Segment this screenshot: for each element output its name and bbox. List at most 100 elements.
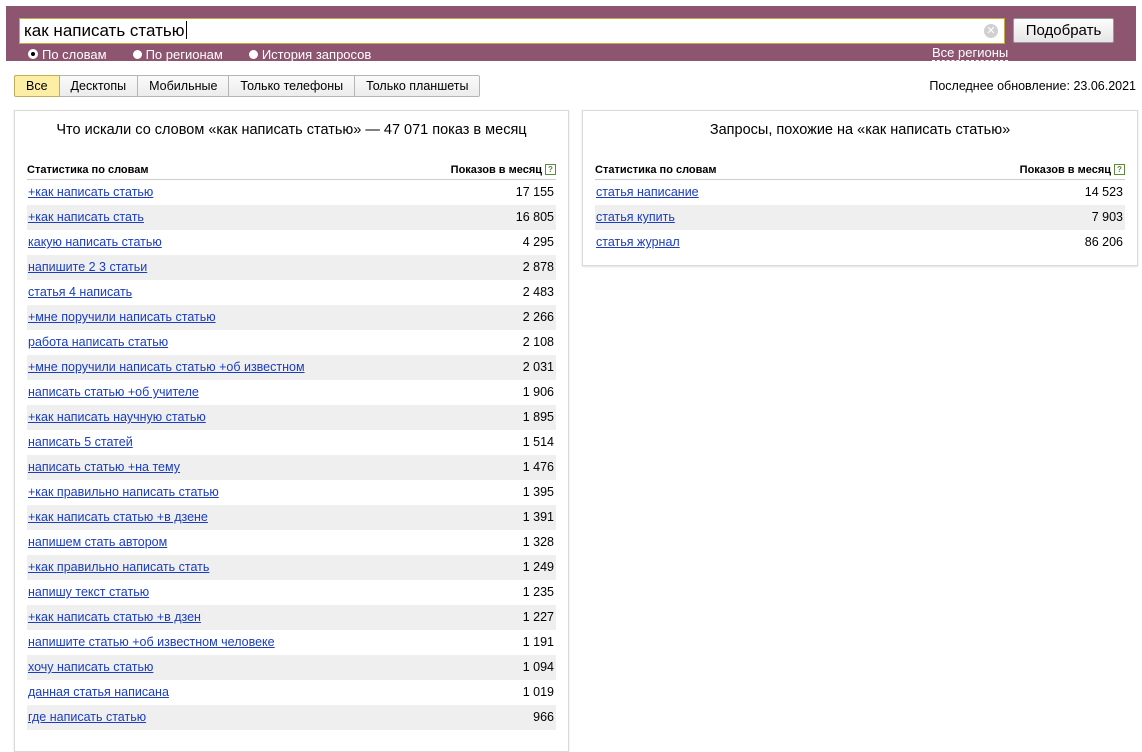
impressions-count: 17 155 [515, 185, 554, 199]
impressions-count: 2 108 [522, 335, 554, 349]
table-row: +как написать стать 16 805 [27, 205, 556, 230]
impressions-count: 2 483 [522, 285, 554, 299]
tab-all[interactable]: Все [14, 75, 60, 97]
tab-mobile[interactable]: Мобильные [138, 75, 230, 97]
table-row: какую написать статью 4 295 [27, 230, 556, 255]
table-row: +как написать статью 17 155 [27, 180, 556, 205]
table-row: где написать статью 966 [27, 705, 556, 730]
table-header: Статистика по словам Показов в месяц? [27, 164, 556, 180]
phrase-link[interactable]: +мне поручили написать статью +об извест… [28, 355, 305, 380]
table-row: напишу текст статью 1 235 [27, 580, 556, 605]
phrase-link[interactable]: +мне поручили написать статью [28, 305, 216, 330]
phrase-link[interactable]: какую написать статью [28, 230, 162, 255]
stats-table: Статистика по словам Показов в месяц? +к… [27, 164, 556, 730]
table-row: написать статью +об учителе 1 906 [27, 380, 556, 405]
table-row: написать статью +на тему 1 476 [27, 455, 556, 480]
table-row: +мне поручили написать статью +об извест… [27, 355, 556, 380]
table-header: Статистика по словам Показов в месяц? [595, 164, 1125, 180]
impressions-count: 1 328 [522, 535, 554, 549]
table-row: +мне поручили написать статью 2 266 [27, 305, 556, 330]
left-stats-panel: Что искали со словом «как написать стать… [14, 110, 569, 752]
tab-desktops[interactable]: Десктопы [59, 75, 139, 97]
search-input[interactable]: как написать статью ✕ [19, 18, 1005, 44]
column-header-count: Показов в месяц? [451, 164, 556, 178]
radio-by-regions[interactable]: По регионам [132, 46, 223, 62]
radio-icon [132, 49, 142, 59]
phrase-link[interactable]: напишем стать автором [28, 530, 167, 555]
panel-title: Что искали со словом «как написать стать… [56, 122, 527, 138]
help-icon[interactable]: ? [545, 164, 556, 175]
table-row: напишите 2 3 статьи 2 878 [27, 255, 556, 280]
phrase-link[interactable]: данная статья написана [28, 680, 169, 705]
phrase-link[interactable]: статья купить [596, 205, 675, 230]
table-row: данная статья написана 1 019 [27, 680, 556, 705]
impressions-count: 1 227 [522, 610, 554, 624]
impressions-count: 1 235 [522, 585, 554, 599]
phrase-link[interactable]: +как написать стать [28, 205, 144, 230]
phrase-link[interactable]: статья написание [596, 180, 699, 205]
phrase-link[interactable]: написать статью +на тему [28, 455, 180, 480]
phrase-link[interactable]: написать статью +об учителе [28, 380, 199, 405]
impressions-count: 1 895 [522, 410, 554, 424]
right-similar-panel: Запросы, похожие на «как написать статью… [582, 110, 1138, 266]
column-header-phrase: Статистика по словам [595, 164, 717, 176]
phrase-link[interactable]: +как написать статью +в дзен [28, 605, 201, 630]
tab-phones-only[interactable]: Только телефоны [229, 75, 356, 97]
impressions-count: 1 476 [522, 460, 554, 474]
table-row: статья журнал 86 206 [595, 230, 1125, 255]
radio-icon [28, 49, 38, 59]
table-row: хочу написать статью 1 094 [27, 655, 556, 680]
radio-history[interactable]: История запросов [248, 46, 371, 62]
phrase-link[interactable]: где написать статью [28, 705, 146, 730]
help-icon[interactable]: ? [1114, 164, 1125, 175]
phrase-link[interactable]: +как написать статью +в дзене [28, 505, 208, 530]
search-input-value: как написать статью [24, 21, 185, 40]
search-header: как написать статью ✕ Подобрать По слова… [6, 6, 1136, 62]
impressions-count: 14 523 [1084, 185, 1123, 199]
phrase-link[interactable]: +как правильно написать статью [28, 480, 219, 505]
phrase-link[interactable]: статья 4 написать [28, 280, 132, 305]
phrase-link[interactable]: написать 5 статей [28, 430, 133, 455]
column-header-phrase: Статистика по словам [27, 164, 149, 176]
impressions-count: 7 903 [1091, 210, 1123, 224]
radio-label: По словам [42, 46, 107, 62]
table-row: +как написать научную статью 1 895 [27, 405, 556, 430]
phrase-link[interactable]: напишите 2 3 статьи [28, 255, 147, 280]
panel-title: Запросы, похожие на «как написать статью… [709, 122, 1011, 138]
phrase-link[interactable]: хочу написать статью [28, 655, 153, 680]
table-row: написать 5 статей 1 514 [27, 430, 556, 455]
submit-button[interactable]: Подобрать [1013, 18, 1114, 43]
all-regions-link[interactable]: Все регионы [932, 46, 1009, 61]
impressions-count: 4 295 [522, 235, 554, 249]
clear-icon[interactable]: ✕ [984, 24, 998, 38]
column-header-count-label: Показов в месяц [1019, 164, 1111, 176]
impressions-count: 1 019 [522, 685, 554, 699]
phrase-link[interactable]: +как написать статью [28, 180, 153, 205]
impressions-count: 1 514 [522, 435, 554, 449]
radio-icon [248, 49, 258, 59]
phrase-link[interactable]: работа написать статью [28, 330, 168, 355]
phrase-link[interactable]: напишите статью +об известном человеке [28, 630, 275, 655]
mode-radio-group: По словам По регионам История запросов [28, 46, 397, 62]
table-row: статья написание 14 523 [595, 180, 1125, 205]
phrase-link[interactable]: статья журнал [596, 230, 680, 255]
impressions-count: 1 249 [522, 560, 554, 574]
phrase-link[interactable]: +как написать научную статью [28, 405, 206, 430]
tab-tablets-only[interactable]: Только планшеты [355, 75, 481, 97]
table-row: статья 4 написать 2 483 [27, 280, 556, 305]
impressions-count: 1 191 [522, 635, 554, 649]
radio-by-words[interactable]: По словам [28, 46, 107, 62]
phrase-link[interactable]: +как правильно написать стать [28, 555, 209, 580]
impressions-count: 2 878 [522, 260, 554, 274]
table-row: работа написать статью 2 108 [27, 330, 556, 355]
similar-table: Статистика по словам Показов в месяц? ст… [595, 164, 1125, 255]
impressions-count: 1 094 [522, 660, 554, 674]
impressions-count: 2 266 [522, 310, 554, 324]
table-body: статья написание 14 523 статья купить 7 903… [595, 180, 1125, 255]
radio-label: По регионам [145, 46, 223, 62]
table-row: +как написать статью +в дзене 1 391 [27, 505, 556, 530]
phrase-link[interactable]: напишу текст статью [28, 580, 149, 605]
impressions-count: 966 [533, 710, 554, 724]
table-row: напишите статью +об известном человеке 1 … [27, 630, 556, 655]
table-row: +как правильно написать статью 1 395 [27, 480, 556, 505]
